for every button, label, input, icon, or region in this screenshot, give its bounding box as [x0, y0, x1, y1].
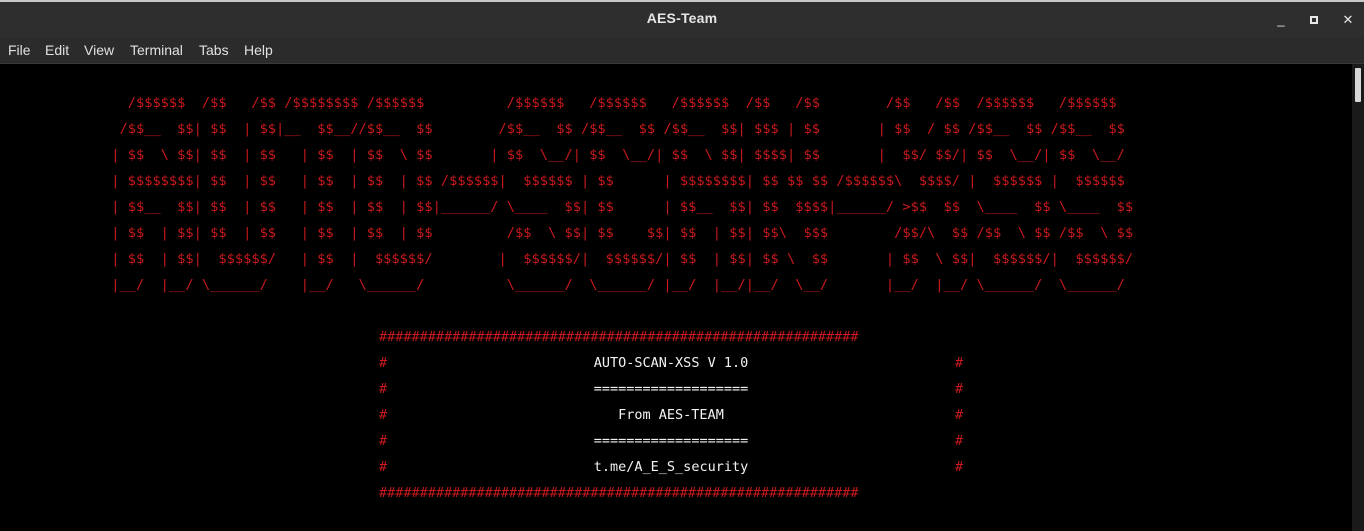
box-link: t.me/A_E_S_security: [593, 459, 749, 475]
terminal-scrollbar[interactable]: [1352, 64, 1364, 531]
box-border-top: ########################################…: [379, 329, 859, 345]
banner-line: | $$ \ $$| $$ | $$ | $$ | $$ \ $$ | $$ \…: [103, 147, 1125, 163]
box-separator: ===================: [593, 381, 749, 397]
menu-terminal[interactable]: Terminal: [130, 42, 183, 58]
banner-line: | $$$$$$$$| $$ | $$ | $$ | $$ | $$ /$$$$…: [103, 173, 1125, 189]
box-separator: ===================: [593, 433, 749, 449]
box-author: From AES-TEAM: [618, 407, 724, 423]
window-titlebar[interactable]: AES-Team _ ✕: [0, 0, 1364, 38]
maximize-icon[interactable]: [1305, 11, 1323, 29]
menu-edit[interactable]: Edit: [45, 42, 69, 58]
window-title: AES-Team: [646, 10, 718, 26]
box-edge-right: #: [955, 381, 964, 397]
terminal-output[interactable]: /$$$$$$ /$$ /$$ /$$$$$$$$ /$$$$$$ /$$$$$…: [0, 64, 1352, 531]
banner-line: /$$__ $$| $$ | $$|__ $$__//$$__ $$ /$$__…: [103, 121, 1125, 137]
box-title: AUTO-SCAN-XSS V 1.0: [593, 355, 749, 371]
menu-view[interactable]: View: [84, 42, 114, 58]
close-icon[interactable]: ✕: [1339, 11, 1357, 29]
box-border-bottom: ########################################…: [379, 485, 859, 501]
menu-tabs[interactable]: Tabs: [199, 42, 229, 58]
banner-line: |__/ |__/ \______/ |__/ \______/ \______…: [103, 277, 1125, 293]
box-edge-right: #: [955, 355, 964, 371]
box-edge-right: #: [955, 433, 964, 449]
menu-bar: File Edit View Terminal Tabs Help: [0, 38, 1364, 64]
banner-line: | $$ | $$| $$ | $$ | $$ | $$ | $$ /$$ \ …: [103, 225, 1134, 241]
scrollbar-thumb[interactable]: [1355, 68, 1361, 102]
box-edge-right: #: [955, 407, 964, 423]
box-edge-right: #: [955, 459, 964, 475]
minimize-icon[interactable]: _: [1272, 11, 1290, 29]
banner-line: | $$ | $$| $$$$$$/ | $$ | $$$$$$/ | $$$$…: [103, 251, 1134, 267]
menu-file[interactable]: File: [8, 42, 31, 58]
menu-help[interactable]: Help: [244, 42, 273, 58]
banner-line: /$$$$$$ /$$ /$$ /$$$$$$$$ /$$$$$$ /$$$$$…: [103, 95, 1117, 111]
banner-line: | $$__ $$| $$ | $$ | $$ | $$ | $$|______…: [103, 199, 1134, 215]
